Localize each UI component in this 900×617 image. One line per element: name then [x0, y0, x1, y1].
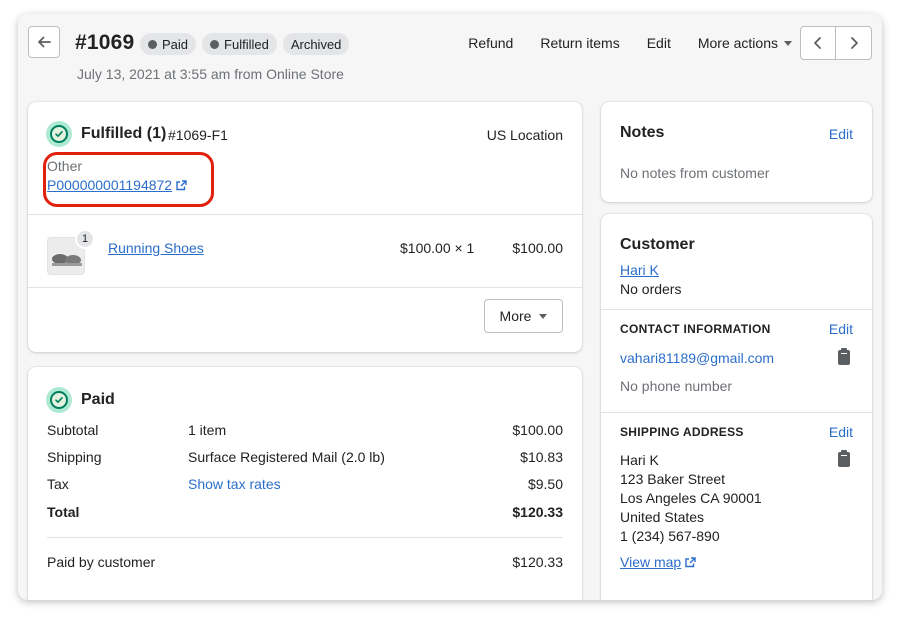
address-line: Hari K: [620, 452, 659, 468]
customer-email-link[interactable]: vahari81189@gmail.com: [620, 350, 774, 366]
divider: [28, 214, 582, 215]
caret-down-icon: [539, 313, 548, 319]
more-button[interactable]: More: [484, 299, 563, 333]
customer-name-link[interactable]: Hari K: [620, 262, 659, 278]
address-line: 123 Baker Street: [620, 471, 726, 487]
row-amount: $120.33: [512, 504, 563, 520]
item-total: $100.00: [512, 240, 563, 256]
order-meta: July 13, 2021 at 3:55 am from Online Sto…: [77, 66, 344, 82]
payment-title: Paid: [81, 391, 115, 408]
chevron-left-icon: [814, 37, 821, 49]
row-label: Total: [47, 504, 80, 520]
payment-row-total: Total $120.33: [47, 504, 563, 520]
copy-email-clipboard-icon[interactable]: [838, 348, 850, 365]
next-order-button[interactable]: [836, 26, 872, 60]
badge-label: Paid: [162, 36, 189, 52]
notes-title: Notes: [620, 124, 665, 141]
customer-title: Customer: [620, 236, 695, 253]
payment-row-tax: Tax Show tax rates $9.50: [47, 476, 563, 492]
address-phone: 1 (234) 567-890: [620, 528, 720, 544]
fulfillment-card: Fulfilled (1) #1069-F1 US Location Other…: [28, 102, 582, 352]
fulfilled-check-icon: [46, 121, 72, 147]
refund-button[interactable]: Refund: [468, 35, 513, 51]
fulfillment-title: Fulfilled (1): [81, 125, 167, 142]
status-dot-icon: [148, 39, 157, 49]
notes-text: No notes from customer: [620, 165, 770, 181]
contact-heading: CONTACT INFORMATION: [620, 322, 771, 336]
customer-phone: No phone number: [620, 378, 733, 394]
more-actions-label: More actions: [697, 35, 778, 51]
paid-by-customer-row: Paid by customer $120.33: [47, 554, 563, 570]
payment-card: Paid Subtotal 1 item $100.00 Shipping Su…: [28, 367, 582, 600]
fulfilled-badge: Fulfilled: [202, 33, 277, 55]
archived-badge: Archived: [282, 33, 350, 55]
row-label: Tax: [47, 476, 69, 492]
item-unit-price: $100.00 × 1: [400, 240, 475, 256]
item-quantity-badge: 1: [75, 229, 95, 249]
shipping-edit-link[interactable]: Edit: [829, 424, 853, 440]
payment-row-subtotal: Subtotal 1 item $100.00: [47, 422, 563, 438]
notes-card: Notes Edit No notes from customer: [601, 102, 872, 202]
order-title: #1069: [75, 31, 135, 54]
view-map-label: View map: [620, 554, 682, 570]
row-amount: $100.00: [512, 422, 563, 438]
row-detail: [188, 504, 512, 520]
row-detail: Surface Registered Mail (2.0 lb): [188, 449, 385, 465]
divider: [601, 309, 872, 310]
header-actions: Refund Return items Edit More actions: [468, 35, 792, 51]
customer-orders: No orders: [620, 281, 682, 297]
shipping-heading: SHIPPING ADDRESS: [620, 425, 744, 439]
row-amount: $9.50: [527, 476, 563, 492]
previous-order-button[interactable]: [800, 26, 836, 60]
order-pager: [800, 26, 872, 60]
divider: [601, 412, 872, 413]
notes-edit-link[interactable]: Edit: [829, 126, 853, 142]
fulfillment-location: US Location: [486, 127, 563, 143]
divider: [28, 287, 582, 288]
order-page: #1069 Paid Fulfilled Archived July 13, 2…: [18, 14, 882, 600]
chevron-right-icon: [850, 37, 858, 49]
more-button-label: More: [499, 308, 532, 324]
fulfillment-id: #1069-F1: [168, 127, 228, 143]
paid-check-icon: [46, 387, 72, 413]
more-actions-button[interactable]: More actions: [698, 35, 792, 51]
paid-by-label: Paid by customer: [47, 554, 156, 570]
paid-by-amount: $120.33: [512, 554, 563, 570]
caret-down-icon: [784, 40, 792, 46]
status-badges: Paid Fulfilled Archived: [140, 33, 350, 55]
divider: [47, 537, 563, 538]
contact-edit-link[interactable]: Edit: [829, 321, 853, 337]
row-detail: 1 item: [188, 422, 227, 438]
paid-badge: Paid: [140, 33, 197, 55]
edit-order-button[interactable]: Edit: [647, 35, 671, 51]
customer-card: Customer Hari K No orders CONTACT INFORM…: [601, 214, 872, 600]
tracking-highlight-annotation: [43, 152, 214, 207]
row-label: Subtotal: [47, 422, 99, 438]
product-link[interactable]: Running Shoes: [108, 240, 204, 256]
return-items-button[interactable]: Return items: [540, 35, 619, 51]
address-line: Los Angeles CA 90001: [620, 490, 762, 506]
external-link-icon: [685, 556, 696, 567]
row-amount: $10.83: [520, 449, 563, 465]
arrow-left-icon: [38, 36, 51, 48]
view-map-link[interactable]: View map: [620, 554, 696, 570]
show-tax-rates-link[interactable]: Show tax rates: [188, 476, 528, 492]
payment-row-shipping: Shipping Surface Registered Mail (2.0 lb…: [47, 449, 563, 465]
shipping-address: Hari K 123 Baker Street Los Angeles CA 9…: [620, 451, 762, 546]
copy-address-clipboard-icon[interactable]: [838, 450, 850, 467]
back-button[interactable]: [28, 26, 60, 58]
row-label: Shipping: [47, 449, 102, 465]
badge-label: Fulfilled: [224, 36, 269, 52]
address-line: United States: [620, 509, 705, 525]
status-dot-icon: [210, 39, 220, 49]
badge-label: Archived: [290, 36, 342, 52]
